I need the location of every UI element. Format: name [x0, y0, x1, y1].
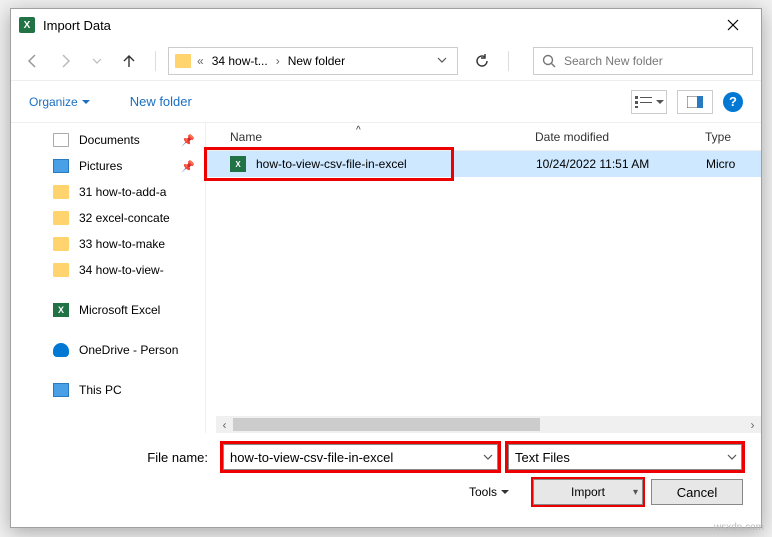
up-button[interactable]: [115, 47, 143, 75]
column-name[interactable]: Name: [230, 130, 535, 144]
pictures-icon: [53, 159, 69, 173]
arrow-right-icon: [57, 53, 73, 69]
close-icon: [727, 19, 739, 31]
breadcrumb-dropdown[interactable]: [433, 54, 451, 68]
preview-pane-icon: [687, 96, 703, 108]
sidebar-item-onedrive[interactable]: OneDrive - Person: [11, 337, 205, 363]
import-button[interactable]: Import▾: [533, 479, 643, 505]
back-button[interactable]: [19, 47, 47, 75]
help-button[interactable]: ?: [723, 92, 743, 112]
caret-down-icon: [656, 98, 664, 106]
main-area: Documents📌 Pictures📌 31 how-to-add-a 32 …: [11, 123, 761, 433]
list-view-icon: [635, 96, 653, 108]
sort-indicator-icon: ^: [356, 125, 361, 136]
search-placeholder: Search New folder: [564, 54, 663, 68]
file-type: Micro: [706, 157, 735, 171]
scroll-track[interactable]: [233, 416, 744, 433]
window-title: Import Data: [43, 18, 710, 33]
excel-icon: X: [53, 303, 69, 317]
split-caret-icon[interactable]: ▾: [633, 487, 638, 498]
excel-file-icon: X: [230, 156, 246, 172]
breadcrumb-parent[interactable]: 34 how-t...: [210, 54, 270, 68]
folder-icon: [53, 237, 69, 251]
column-type[interactable]: Type: [705, 130, 731, 144]
forward-button[interactable]: [51, 47, 79, 75]
close-button[interactable]: [710, 11, 755, 40]
dialog-footer: File name: Text Files Tools Import▾ Canc…: [11, 433, 761, 527]
tools-menu[interactable]: Tools: [469, 485, 509, 499]
file-date: 10/24/2022 11:51 AM: [536, 157, 706, 171]
breadcrumb-separator: «: [197, 54, 204, 68]
folder-icon: [175, 54, 191, 68]
breadcrumb-bar[interactable]: « 34 how-t... › New folder: [168, 47, 458, 75]
this-pc-icon: [53, 383, 69, 397]
breadcrumb-separator: ›: [276, 54, 280, 68]
sidebar-item-excel[interactable]: XMicrosoft Excel: [11, 297, 205, 323]
breadcrumb-current[interactable]: New folder: [286, 54, 347, 68]
file-list: ^ Name Date modified Type X how-to-view-…: [206, 123, 761, 433]
filename-label: File name:: [147, 450, 208, 465]
excel-app-icon: X: [19, 17, 35, 33]
view-mode-button[interactable]: [631, 90, 667, 114]
caret-down-icon: [501, 488, 509, 496]
file-name: how-to-view-csv-file-in-excel: [256, 157, 536, 171]
scroll-right-icon[interactable]: ›: [744, 416, 761, 433]
arrow-left-icon: [25, 53, 41, 69]
caret-down-icon: [82, 98, 90, 106]
pin-icon: 📌: [181, 134, 195, 147]
chevron-down-icon: [437, 55, 447, 65]
pin-icon: 📌: [181, 160, 195, 173]
sidebar-item-pictures[interactable]: Pictures📌: [11, 153, 205, 179]
title-bar: X Import Data: [11, 9, 761, 41]
organize-menu[interactable]: Organize: [29, 95, 90, 109]
new-folder-button[interactable]: New folder: [130, 94, 192, 109]
column-headers[interactable]: ^ Name Date modified Type: [206, 123, 761, 151]
filename-input[interactable]: [223, 444, 498, 470]
sidebar-item-folder[interactable]: 33 how-to-make: [11, 231, 205, 257]
column-date[interactable]: Date modified: [535, 130, 705, 144]
scroll-left-icon[interactable]: ‹: [216, 416, 233, 433]
toolbar: Organize New folder ?: [11, 81, 761, 123]
sidebar-item-documents[interactable]: Documents📌: [11, 127, 205, 153]
nav-bar: « 34 how-t... › New folder Search New fo…: [11, 41, 761, 81]
sidebar-item-folder[interactable]: 34 how-to-view-: [11, 257, 205, 283]
arrow-up-icon: [121, 53, 137, 69]
sidebar-tree[interactable]: Documents📌 Pictures📌 31 how-to-add-a 32 …: [11, 123, 206, 433]
sidebar-item-folder[interactable]: 32 excel-concate: [11, 205, 205, 231]
folder-icon: [53, 263, 69, 277]
search-icon: [542, 54, 556, 68]
refresh-icon: [475, 54, 489, 68]
file-row[interactable]: X how-to-view-csv-file-in-excel 10/24/20…: [206, 151, 761, 177]
scroll-thumb[interactable]: [233, 418, 540, 431]
import-data-dialog: X Import Data « 34 how-t... › New folder…: [10, 8, 762, 528]
search-input[interactable]: Search New folder: [533, 47, 753, 75]
chevron-down-icon: [92, 56, 102, 66]
folder-icon: [53, 211, 69, 225]
folder-icon: [53, 185, 69, 199]
sidebar-item-folder[interactable]: 31 how-to-add-a: [11, 179, 205, 205]
filetype-filter[interactable]: Text Files: [508, 444, 742, 470]
cancel-button[interactable]: Cancel: [651, 479, 743, 505]
horizontal-scrollbar[interactable]: ‹ ›: [216, 416, 761, 433]
recent-locations-button[interactable]: [83, 47, 111, 75]
watermark: wsxdn.com: [714, 522, 764, 533]
sidebar-item-thispc[interactable]: This PC: [11, 377, 205, 403]
refresh-button[interactable]: [468, 47, 496, 75]
preview-pane-button[interactable]: [677, 90, 713, 114]
onedrive-icon: [53, 343, 69, 357]
documents-icon: [53, 133, 69, 147]
